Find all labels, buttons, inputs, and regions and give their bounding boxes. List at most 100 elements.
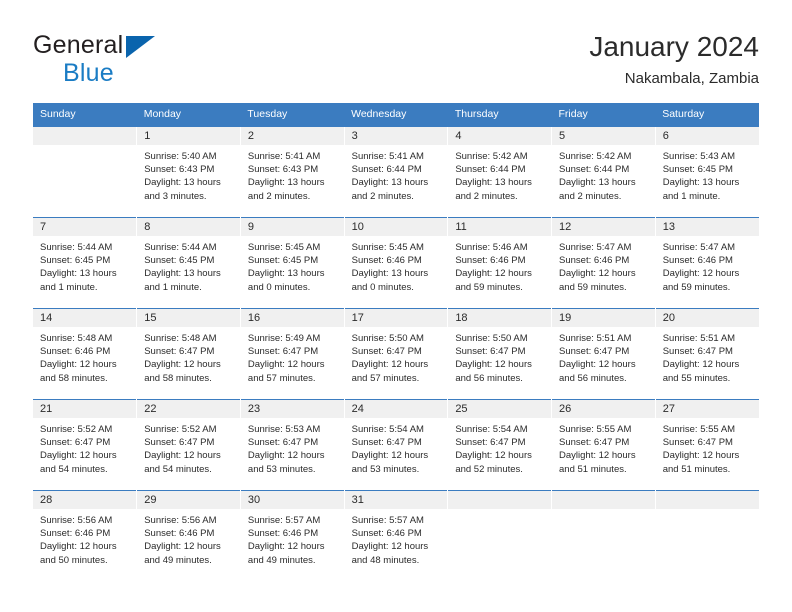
day-cell[interactable]: 2 Sunrise: 5:41 AM Sunset: 6:43 PM Dayli… bbox=[239, 126, 345, 218]
day-details bbox=[552, 509, 655, 514]
day-cell[interactable]: 18 Sunrise: 5:50 AM Sunset: 6:47 PM Dayl… bbox=[447, 308, 552, 400]
day-cell[interactable] bbox=[447, 490, 552, 581]
sunrise-text: Sunrise: 5:43 AM bbox=[662, 151, 736, 162]
day-number: 17 bbox=[344, 309, 448, 327]
day-cell[interactable]: 24 Sunrise: 5:54 AM Sunset: 6:47 PM Dayl… bbox=[343, 399, 448, 491]
day-cell[interactable] bbox=[654, 490, 759, 581]
sunrise-text: Sunrise: 5:48 AM bbox=[40, 333, 113, 344]
day-cell[interactable]: 5 Sunrise: 5:42 AM Sunset: 6:44 PM Dayli… bbox=[551, 126, 656, 218]
daylight-text: Daylight: 13 hours and 0 minutes. bbox=[247, 268, 325, 293]
day-cell[interactable]: 1 Sunrise: 5:40 AM Sunset: 6:43 PM Dayli… bbox=[136, 126, 241, 218]
page-title: January 2024 bbox=[589, 31, 759, 62]
day-cell[interactable]: 27 Sunrise: 5:55 AM Sunset: 6:47 PM Dayl… bbox=[654, 399, 759, 491]
day-details bbox=[33, 145, 136, 150]
daylight-text: Daylight: 12 hours and 52 minutes. bbox=[455, 450, 532, 475]
daylight-text: Daylight: 12 hours and 56 minutes. bbox=[559, 359, 636, 384]
day-cell[interactable] bbox=[33, 126, 137, 218]
day-cell[interactable]: 19 Sunrise: 5:51 AM Sunset: 6:47 PM Dayl… bbox=[551, 308, 656, 400]
day-cell[interactable]: 11 Sunrise: 5:46 AM Sunset: 6:46 PM Dayl… bbox=[447, 217, 552, 309]
day-details: Sunrise: 5:42 AM Sunset: 6:44 PM Dayligh… bbox=[552, 145, 655, 203]
day-details: Sunrise: 5:47 AM Sunset: 6:46 PM Dayligh… bbox=[656, 236, 759, 294]
sunset-text: Sunset: 6:47 PM bbox=[662, 437, 733, 449]
sunset-text: Sunset: 6:46 PM bbox=[559, 255, 630, 267]
day-cell[interactable]: 16 Sunrise: 5:49 AM Sunset: 6:47 PM Dayl… bbox=[239, 308, 345, 400]
day-number: 29 bbox=[137, 491, 240, 509]
day-number: 27 bbox=[655, 400, 759, 418]
day-cell[interactable]: 4 Sunrise: 5:42 AM Sunset: 6:44 PM Dayli… bbox=[447, 126, 552, 218]
day-number: 23 bbox=[240, 400, 344, 418]
day-number: 24 bbox=[344, 400, 448, 418]
day-details: Sunrise: 5:42 AM Sunset: 6:44 PM Dayligh… bbox=[448, 145, 551, 203]
daylight-text: Daylight: 13 hours and 0 minutes. bbox=[351, 268, 429, 293]
weekday-header-wednesday: Wednesday bbox=[344, 103, 448, 127]
logo-triangle-icon bbox=[126, 36, 155, 58]
sunset-text: Sunset: 6:47 PM bbox=[351, 346, 422, 358]
day-details: Sunrise: 5:57 AM Sunset: 6:46 PM Dayligh… bbox=[241, 509, 344, 567]
day-cell[interactable]: 7 Sunrise: 5:44 AM Sunset: 6:45 PM Dayli… bbox=[33, 217, 137, 309]
day-cell[interactable]: 30 Sunrise: 5:57 AM Sunset: 6:46 PM Dayl… bbox=[239, 490, 345, 581]
day-details: Sunrise: 5:54 AM Sunset: 6:47 PM Dayligh… bbox=[345, 418, 448, 476]
sunset-text: Sunset: 6:46 PM bbox=[351, 255, 422, 267]
logo-text-blue: Blue bbox=[63, 59, 114, 87]
day-number: 20 bbox=[655, 309, 759, 327]
day-details: Sunrise: 5:44 AM Sunset: 6:45 PM Dayligh… bbox=[137, 236, 240, 294]
week-row: 28 Sunrise: 5:56 AM Sunset: 6:46 PM Dayl… bbox=[33, 490, 759, 581]
day-cell[interactable]: 26 Sunrise: 5:55 AM Sunset: 6:47 PM Dayl… bbox=[551, 399, 656, 491]
daylight-text: Daylight: 12 hours and 57 minutes. bbox=[351, 359, 429, 384]
sunset-text: Sunset: 6:43 PM bbox=[144, 164, 215, 176]
day-cell[interactable]: 25 Sunrise: 5:54 AM Sunset: 6:47 PM Dayl… bbox=[447, 399, 552, 491]
day-cell[interactable]: 31 Sunrise: 5:57 AM Sunset: 6:46 PM Dayl… bbox=[343, 490, 448, 581]
calendar-page: General Blue January 2024 Nakambala, Zam… bbox=[0, 0, 792, 612]
day-cell[interactable]: 21 Sunrise: 5:52 AM Sunset: 6:47 PM Dayl… bbox=[33, 399, 137, 491]
day-number: 30 bbox=[240, 491, 344, 509]
day-cell[interactable]: 8 Sunrise: 5:44 AM Sunset: 6:45 PM Dayli… bbox=[136, 217, 241, 309]
day-number: 6 bbox=[655, 127, 759, 145]
day-number: 7 bbox=[33, 218, 137, 236]
daylight-text: Daylight: 13 hours and 1 minute. bbox=[144, 268, 221, 293]
day-cell[interactable]: 12 Sunrise: 5:47 AM Sunset: 6:46 PM Dayl… bbox=[551, 217, 656, 309]
sunset-text: Sunset: 6:43 PM bbox=[247, 164, 319, 176]
sunset-text: Sunset: 6:47 PM bbox=[144, 437, 215, 449]
sunrise-text: Sunrise: 5:55 AM bbox=[662, 424, 736, 435]
day-cell[interactable]: 20 Sunrise: 5:51 AM Sunset: 6:47 PM Dayl… bbox=[654, 308, 759, 400]
day-cell[interactable]: 17 Sunrise: 5:50 AM Sunset: 6:47 PM Dayl… bbox=[343, 308, 448, 400]
day-cell[interactable]: 6 Sunrise: 5:43 AM Sunset: 6:45 PM Dayli… bbox=[654, 126, 759, 218]
day-number: 2 bbox=[240, 127, 344, 145]
daylight-text: Daylight: 12 hours and 57 minutes. bbox=[247, 359, 325, 384]
sunrise-text: Sunrise: 5:56 AM bbox=[40, 515, 113, 526]
weekday-header-row: Sunday Monday Tuesday Wednesday Thursday… bbox=[33, 103, 759, 127]
day-cell[interactable]: 14 Sunrise: 5:48 AM Sunset: 6:46 PM Dayl… bbox=[33, 308, 137, 400]
general-blue-logo[interactable]: General Blue bbox=[33, 33, 243, 87]
daylight-text: Daylight: 13 hours and 2 minutes. bbox=[559, 177, 636, 202]
daylight-text: Daylight: 13 hours and 2 minutes. bbox=[247, 177, 325, 202]
day-cell[interactable]: 3 Sunrise: 5:41 AM Sunset: 6:44 PM Dayli… bbox=[343, 126, 448, 218]
day-cell[interactable]: 29 Sunrise: 5:56 AM Sunset: 6:46 PM Dayl… bbox=[136, 490, 241, 581]
daylight-text: Daylight: 13 hours and 2 minutes. bbox=[455, 177, 532, 202]
sunrise-text: Sunrise: 5:51 AM bbox=[662, 333, 736, 344]
weekday-header-thursday: Thursday bbox=[447, 103, 552, 127]
sunset-text: Sunset: 6:47 PM bbox=[40, 437, 111, 449]
sunset-text: Sunset: 6:47 PM bbox=[247, 346, 319, 358]
day-details: Sunrise: 5:43 AM Sunset: 6:45 PM Dayligh… bbox=[656, 145, 759, 203]
sunset-text: Sunset: 6:46 PM bbox=[144, 528, 215, 540]
day-cell[interactable]: 22 Sunrise: 5:52 AM Sunset: 6:47 PM Dayl… bbox=[136, 399, 241, 491]
day-number bbox=[552, 491, 655, 509]
day-cell[interactable]: 23 Sunrise: 5:53 AM Sunset: 6:47 PM Dayl… bbox=[239, 399, 345, 491]
sunrise-text: Sunrise: 5:49 AM bbox=[247, 333, 321, 344]
day-cell[interactable]: 15 Sunrise: 5:48 AM Sunset: 6:47 PM Dayl… bbox=[136, 308, 241, 400]
day-cell[interactable]: 13 Sunrise: 5:47 AM Sunset: 6:46 PM Dayl… bbox=[654, 217, 759, 309]
sunrise-text: Sunrise: 5:42 AM bbox=[559, 151, 632, 162]
sunset-text: Sunset: 6:44 PM bbox=[351, 164, 422, 176]
day-details: Sunrise: 5:40 AM Sunset: 6:43 PM Dayligh… bbox=[137, 145, 240, 203]
daylight-text: Daylight: 12 hours and 58 minutes. bbox=[144, 359, 221, 384]
day-cell[interactable]: 9 Sunrise: 5:45 AM Sunset: 6:45 PM Dayli… bbox=[239, 217, 345, 309]
day-cell[interactable]: 10 Sunrise: 5:45 AM Sunset: 6:46 PM Dayl… bbox=[343, 217, 448, 309]
day-cell[interactable]: 28 Sunrise: 5:56 AM Sunset: 6:46 PM Dayl… bbox=[33, 490, 137, 581]
day-details: Sunrise: 5:44 AM Sunset: 6:45 PM Dayligh… bbox=[33, 236, 136, 294]
weekday-header-tuesday: Tuesday bbox=[240, 103, 345, 127]
day-number: 10 bbox=[344, 218, 448, 236]
day-details bbox=[656, 509, 759, 514]
sunrise-text: Sunrise: 5:45 AM bbox=[351, 242, 424, 253]
sunset-text: Sunset: 6:47 PM bbox=[662, 346, 733, 358]
day-cell[interactable] bbox=[551, 490, 656, 581]
